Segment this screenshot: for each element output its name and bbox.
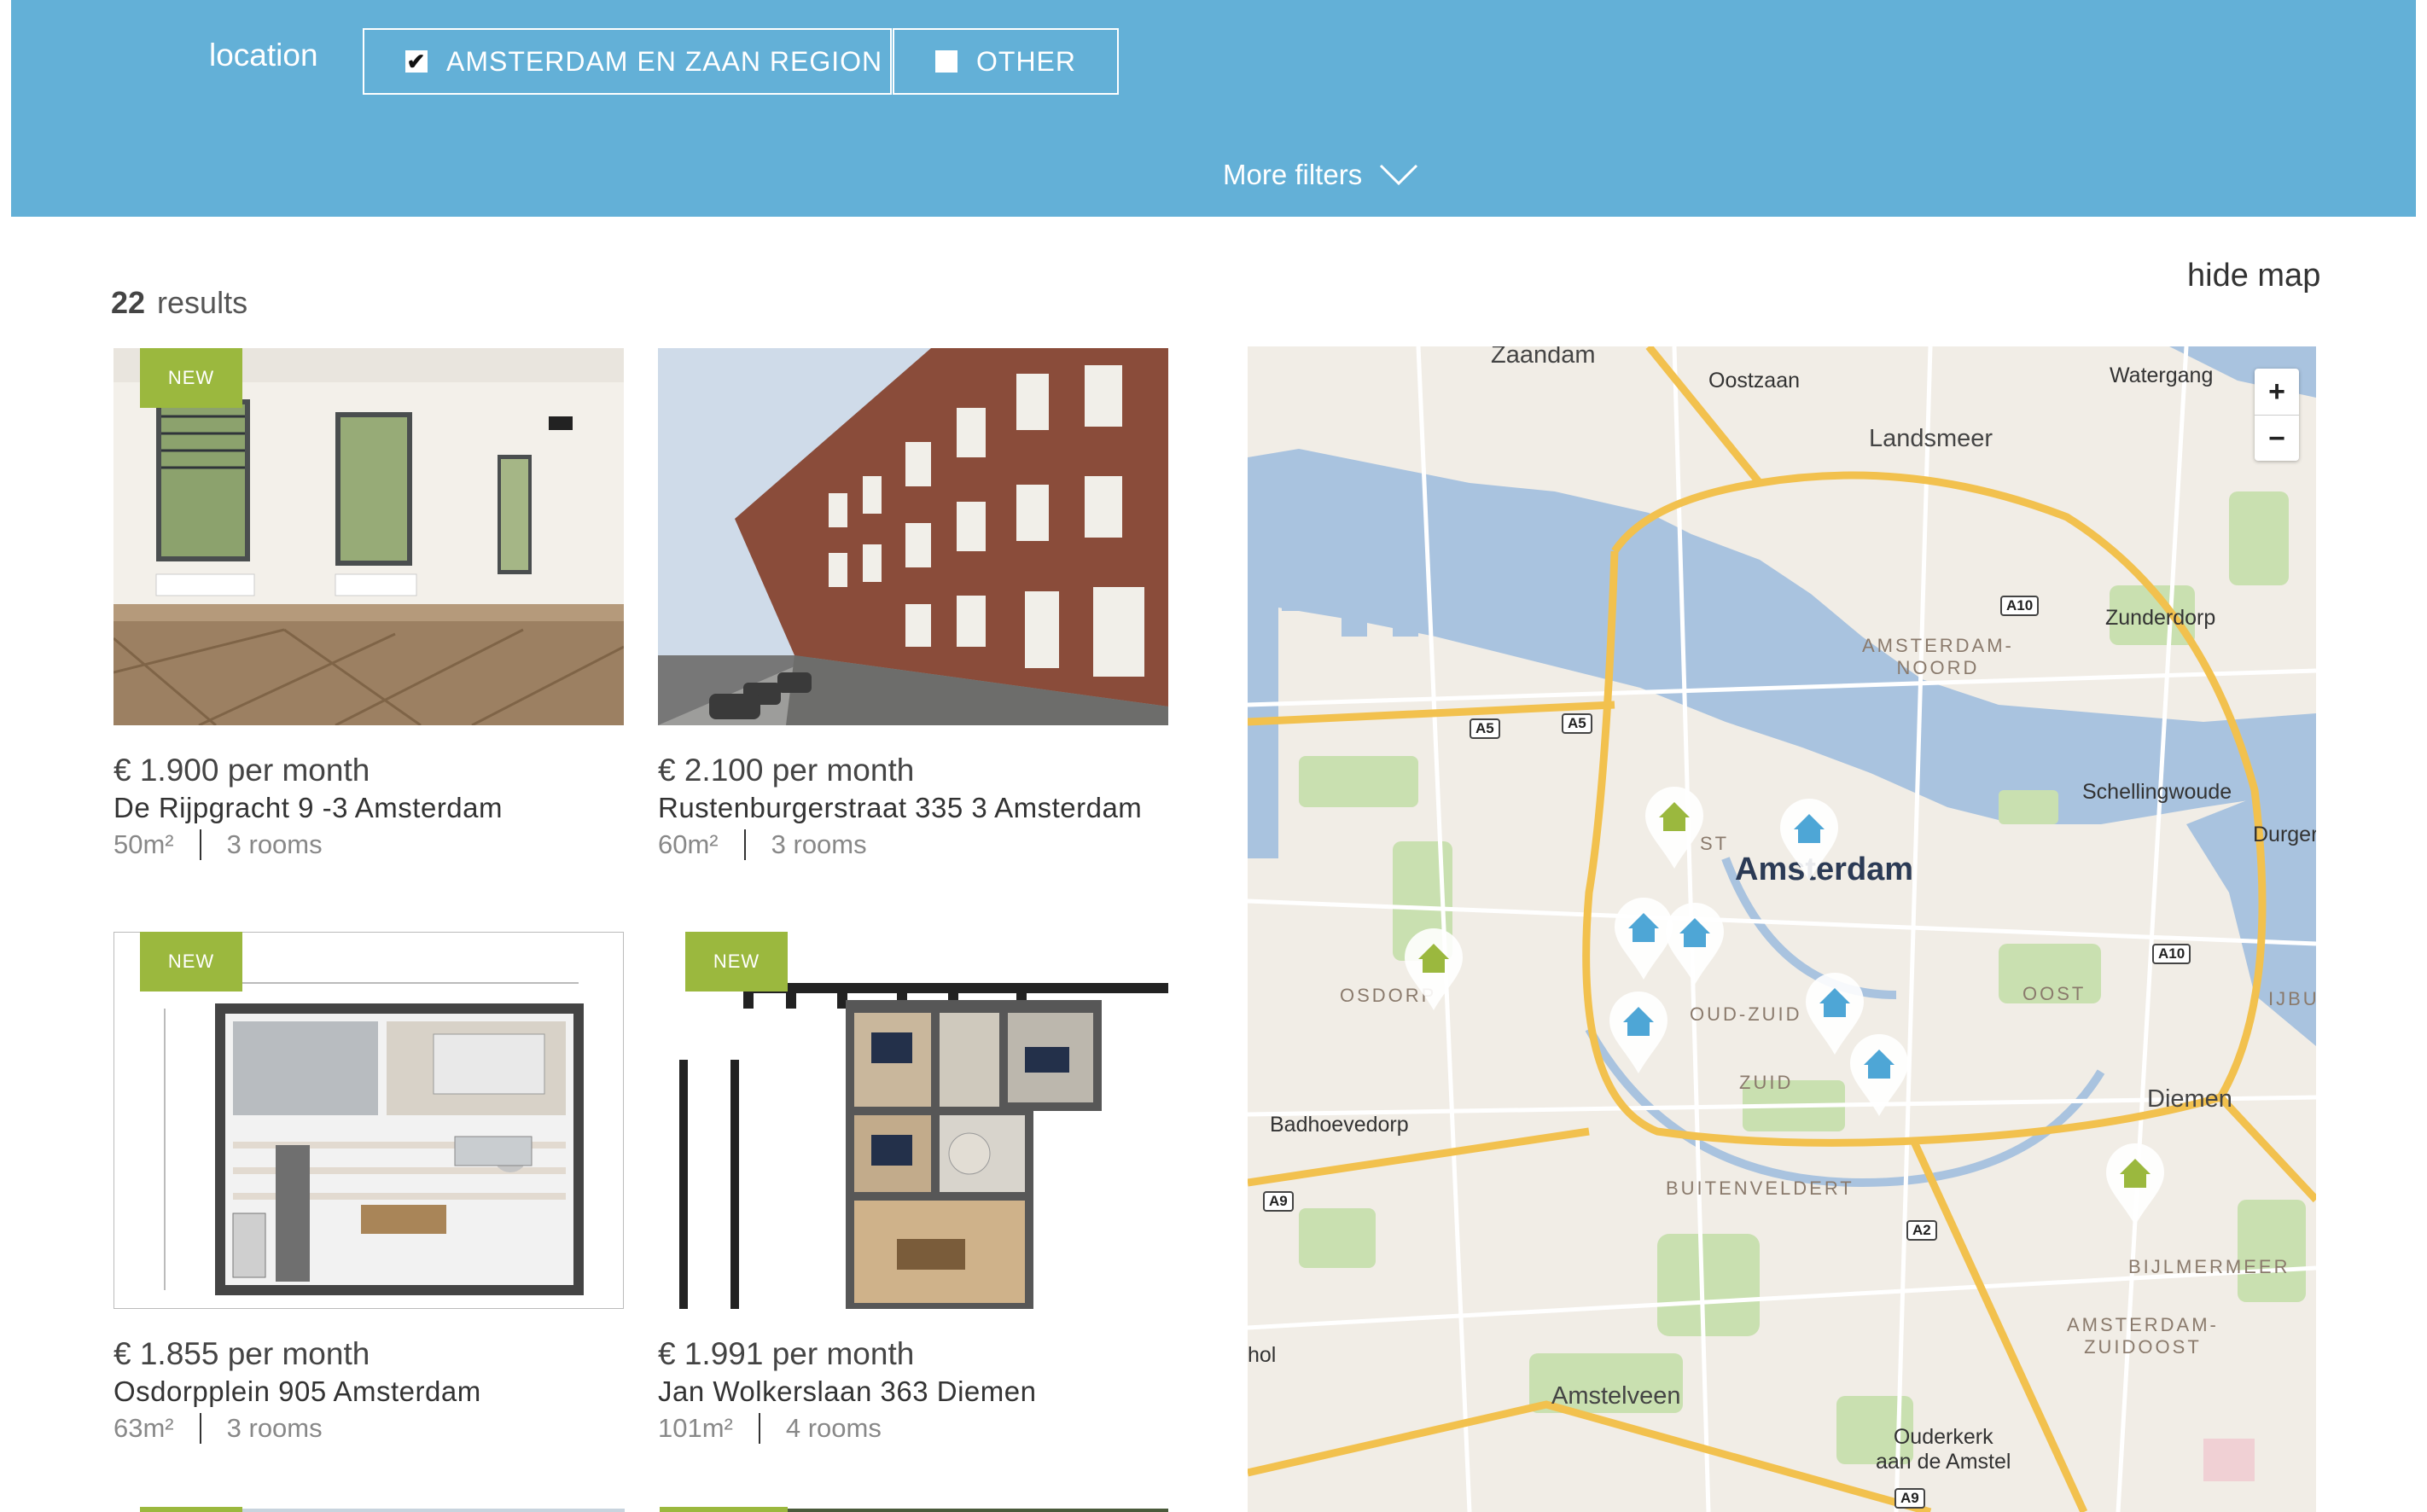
road-shield-a5: A5 xyxy=(1470,718,1500,739)
listing-rooms: 4 rooms xyxy=(785,1413,882,1443)
listing-area: 101m² xyxy=(658,1413,733,1443)
listing-address[interactable]: De Rijpgracht 9 -3 Amsterdam xyxy=(113,792,624,824)
map-zoom-control: + − xyxy=(2255,369,2299,461)
listing-card[interactable]: NEW € 1.855 per month Osdorpplein 905 Am… xyxy=(113,932,624,1444)
map-pin-home-icon[interactable] xyxy=(1778,797,1840,882)
map-label-watergang: Watergang xyxy=(2110,363,2214,387)
listing-photo-partial[interactable] xyxy=(242,1509,625,1512)
road-shield-a9: A9 xyxy=(1894,1488,1925,1509)
map-label-zuid: ZUID xyxy=(1739,1072,1794,1093)
map-pin-home-icon[interactable] xyxy=(1664,901,1726,986)
new-badge-partial xyxy=(660,1507,788,1512)
map-label-amsterdam-zuidoost: AMSTERDAM- ZUIDOOST xyxy=(2067,1314,2219,1358)
results-count: 22 results xyxy=(111,285,247,321)
listing-card[interactable]: NEW € 1.991 per month Jan Wolkerslaan 36… xyxy=(658,932,1168,1444)
listing-address[interactable]: Osdorpplein 905 Amsterdam xyxy=(113,1375,624,1408)
hide-map-link[interactable]: hide map xyxy=(2187,258,2320,294)
listing-address[interactable]: Rustenburgerstraat 335 3 Amsterdam xyxy=(658,792,1168,824)
zoom-out-button[interactable]: − xyxy=(2255,415,2299,462)
map-label-oostzaan: Oostzaan xyxy=(1708,369,1801,393)
map-label-ouderkerk: Ouderkerk aan de Amstel xyxy=(1876,1425,2011,1474)
new-badge: NEW xyxy=(140,932,242,992)
results-label: results xyxy=(157,285,248,320)
map-pin-home-icon[interactable] xyxy=(1608,990,1669,1075)
new-badge-partial xyxy=(140,1507,242,1512)
map-label-badhoevedorp: Badhoevedorp xyxy=(1270,1113,1409,1137)
listing-area: 63m² xyxy=(113,1413,174,1443)
map-label-diemen: Diemen xyxy=(2147,1085,2232,1113)
listing-price: € 1.855 per month xyxy=(113,1336,370,1371)
map-label-zaandam: Zaandam xyxy=(1491,346,1596,369)
street-photo-image xyxy=(658,348,1168,725)
road-shield-a10: A10 xyxy=(2000,596,2040,616)
map-label-schiphol: hol xyxy=(1248,1343,1277,1367)
map-label-schellingwoude: Schellingwoude xyxy=(2082,780,2232,804)
map-pin-home-icon-new[interactable] xyxy=(1403,927,1464,1012)
location-label: location xyxy=(209,38,318,73)
filter-option-label: AMSTERDAM EN ZAAN REGION xyxy=(446,45,883,77)
listing-meta: 63m² 3 rooms xyxy=(113,1413,624,1444)
map-label-amsterdam-noord: AMSTERDAM- NOORD xyxy=(1862,635,2014,678)
zoom-in-button[interactable]: + xyxy=(2255,369,2299,415)
filter-option-label: OTHER xyxy=(976,45,1076,77)
listing-card[interactable]: NEW € 1.900 per month De Rijpgracht 9 -3… xyxy=(113,348,624,860)
checkbox-checked-icon[interactable]: ✔ xyxy=(405,50,428,73)
listing-photo[interactable]: NEW xyxy=(113,932,624,1309)
listing-card[interactable]: € 2.100 per month Rustenburgerstraat 335… xyxy=(658,348,1168,860)
map-label-amstelveen: Amstelveen xyxy=(1551,1382,1681,1410)
divider xyxy=(758,1413,760,1444)
divider xyxy=(199,829,201,860)
listing-area: 50m² xyxy=(113,829,174,859)
filter-other[interactable]: OTHER xyxy=(893,28,1119,95)
chevron-down-icon xyxy=(1380,164,1418,186)
new-badge: NEW xyxy=(140,348,242,408)
listing-price: € 1.991 per month xyxy=(658,1336,915,1371)
listing-meta: 101m² 4 rooms xyxy=(658,1413,1168,1444)
listing-meta: 50m² 3 rooms xyxy=(113,829,624,860)
filter-amsterdam-en-zaan-region[interactable]: ✔ AMSTERDAM EN ZAAN REGION xyxy=(363,28,892,95)
map-pin-home-icon[interactable] xyxy=(1848,1032,1910,1118)
new-badge: NEW xyxy=(685,932,788,992)
road-shield-a5: A5 xyxy=(1562,713,1592,734)
map-label-buitenveldert: BUITENVELDERT xyxy=(1666,1178,1854,1199)
more-filters-button[interactable]: More filters xyxy=(1223,159,1418,191)
listing-area: 60m² xyxy=(658,829,719,859)
more-filters-label: More filters xyxy=(1223,159,1363,190)
divider xyxy=(743,829,746,860)
map-label-oost: OOST xyxy=(2022,983,2087,1004)
road-shield-a9: A9 xyxy=(1263,1191,1294,1212)
map-label-landsmeer: Landsmeer xyxy=(1869,425,1993,452)
listing-rooms: 3 rooms xyxy=(771,829,867,859)
listing-meta: 60m² 3 rooms xyxy=(658,829,1168,860)
listing-rooms: 3 rooms xyxy=(226,1413,323,1443)
map-label-bijlmermeer: BIJLMERMEER xyxy=(2128,1256,2290,1277)
road-shield-a10: A10 xyxy=(2152,944,2191,964)
listing-rooms: 3 rooms xyxy=(226,829,323,859)
listing-photo[interactable] xyxy=(658,348,1168,725)
map-label-durgerdam: Durgerdam xyxy=(2253,823,2316,846)
listing-photo-partial[interactable] xyxy=(788,1509,1168,1512)
map-label-ijburg: IJBU xyxy=(2268,988,2316,1009)
filter-band: location ✔ AMSTERDAM EN ZAAN REGION OTHE… xyxy=(11,0,2416,217)
road-shield-a2: A2 xyxy=(1906,1220,1937,1241)
listing-photo[interactable]: NEW xyxy=(658,932,1168,1309)
map-label-oud-zuid: OUD-ZUID xyxy=(1690,1003,1802,1025)
map-pin-home-icon-new[interactable] xyxy=(2104,1142,2166,1227)
listing-price: € 2.100 per month xyxy=(658,753,915,788)
results-number: 22 xyxy=(111,285,146,320)
map[interactable]: Zaandam Oostzaan Watergang Landsmeer Zun… xyxy=(1248,346,2316,1512)
listing-address[interactable]: Jan Wolkerslaan 363 Diemen xyxy=(658,1375,1168,1408)
map-label-zunderdorp: Zunderdorp xyxy=(2105,606,2216,630)
divider xyxy=(199,1413,201,1444)
listing-price: € 1.900 per month xyxy=(113,753,370,788)
map-pin-home-icon-new[interactable] xyxy=(1644,785,1705,870)
listing-photo[interactable]: NEW xyxy=(113,348,624,725)
checkbox-unchecked-icon[interactable] xyxy=(935,50,957,73)
